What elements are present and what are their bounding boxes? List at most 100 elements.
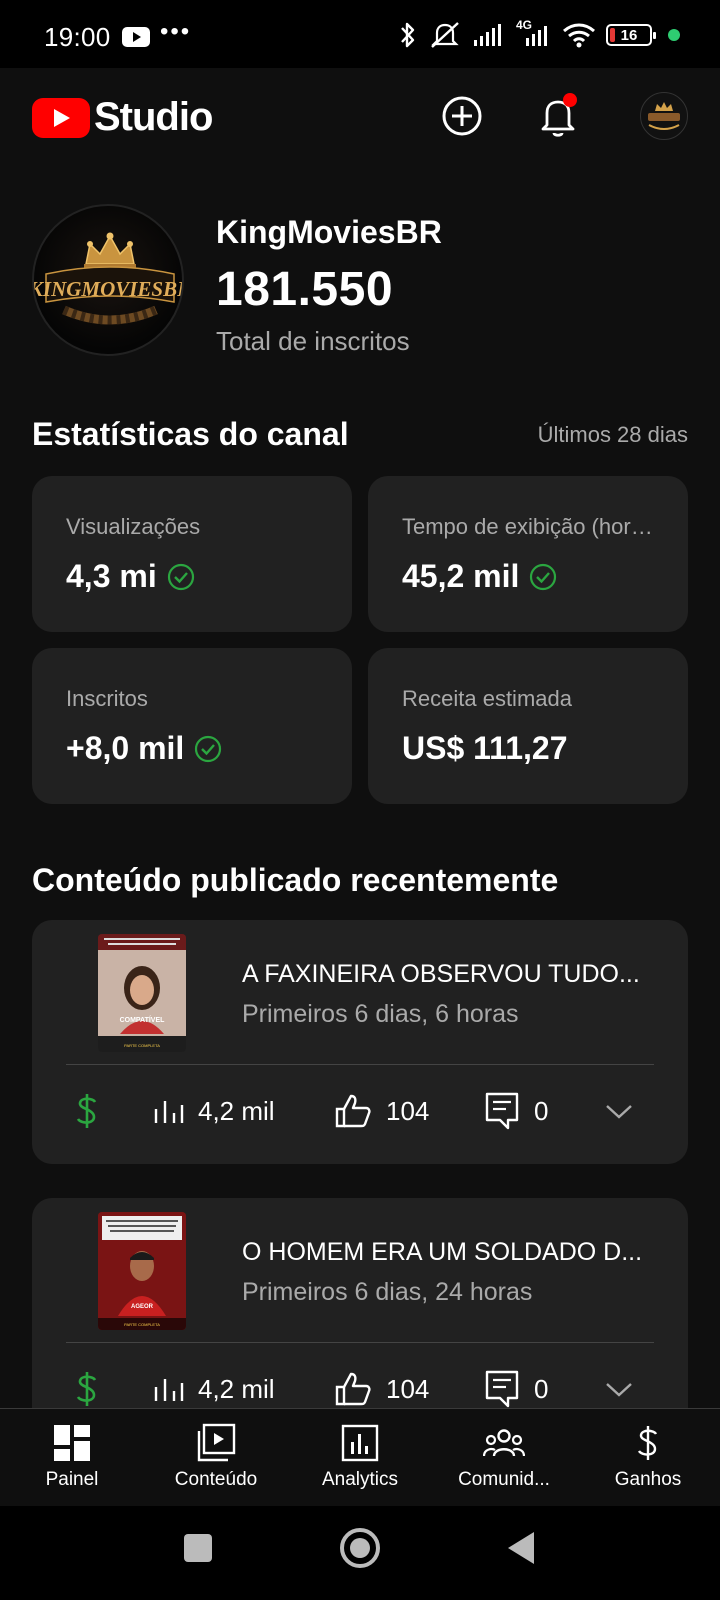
comments-count: 0	[534, 1373, 549, 1404]
stat-label: Receita estimada	[402, 686, 572, 711]
views-metric: 4,2 mil	[152, 1088, 275, 1134]
video-metrics: 4,2 mil 104 0	[32, 1366, 688, 1412]
youtube-logo-icon	[32, 97, 90, 138]
dollar-icon	[76, 1372, 97, 1406]
thumbnail-image: COMPATÍVEL PARTE COMPLETA	[98, 934, 186, 1052]
battery-icon: 16	[606, 24, 656, 46]
comments-metric: 0	[484, 1088, 548, 1134]
more-notifications-icon: •••	[160, 18, 192, 45]
thumbs-up-icon	[335, 1094, 371, 1128]
stat-card-views[interactable]: Visualizações 4,3 mi	[32, 476, 352, 632]
battery-level: 16	[620, 26, 638, 44]
likes-count: 104	[386, 1095, 430, 1126]
status-time: 19:00	[44, 22, 111, 52]
content-icon	[197, 1423, 236, 1462]
signal-4g-icon: 4G	[516, 18, 552, 48]
create-button[interactable]	[438, 92, 486, 140]
comments-count: 0	[534, 1095, 549, 1126]
nav-item-painel[interactable]: Painel	[0, 1409, 144, 1507]
nav-label: Comunid...	[458, 1469, 550, 1490]
video-title: A FAXINEIRA OBSERVOU TUDO...	[242, 960, 640, 988]
subscriber-count: 181.550	[216, 263, 394, 316]
home-icon	[350, 1538, 370, 1558]
svg-text:KINGMOVIESBR: KINGMOVIESBR	[34, 277, 184, 301]
nav-label: Ganhos	[614, 1469, 682, 1490]
dashboard-icon	[54, 1425, 90, 1461]
status-icons: 4G 16	[398, 18, 680, 50]
divider	[66, 1342, 654, 1343]
channel-avatar[interactable]: KINGMOVIESBR	[32, 204, 184, 356]
nav-label: Analytics	[321, 1469, 399, 1490]
svg-text:PARTE COMPLETA: PARTE COMPLETA	[124, 1043, 160, 1048]
bar-chart-icon	[154, 1101, 184, 1123]
nav-item-comunidade[interactable]: Comunid...	[432, 1409, 576, 1507]
video-period: Primeiros 6 dias, 24 horas	[242, 1278, 533, 1306]
video-period: Primeiros 6 dias, 6 horas	[242, 1000, 519, 1028]
stat-value-row: +8,0 mil	[66, 730, 222, 767]
bar-chart-icon	[154, 1379, 184, 1401]
stat-card-subscribers[interactable]: Inscritos +8,0 mil	[32, 648, 352, 804]
stat-value-row: 45,2 mil	[402, 558, 557, 595]
svg-text:COMPATÍVEL: COMPATÍVEL	[120, 1015, 166, 1024]
nav-label: Conteúdo	[174, 1469, 258, 1490]
bottom-navigation: Painel Conteúdo Analytics Comunid... Gan…	[0, 1408, 720, 1506]
check-circle-icon	[167, 563, 194, 590]
video-thumbnail[interactable]: COMPATÍVEL PARTE COMPLETA	[98, 934, 186, 1052]
stat-label: Tempo de exibição (horas)	[402, 514, 658, 539]
nav-label: Painel	[45, 1469, 99, 1490]
monetization-status[interactable]	[74, 1366, 100, 1412]
comment-icon	[485, 1370, 519, 1408]
stat-value: 4,3 mi	[66, 558, 157, 594]
stat-label: Visualizações	[66, 514, 201, 539]
likes-metric: 104	[334, 1366, 429, 1412]
thumbnail-image: AGEOR PARTE COMPLETA	[98, 1212, 186, 1330]
channel-summary: KINGMOVIESBR KingMoviesBR 181.550 Total …	[32, 204, 688, 356]
stats-period[interactable]: Últimos 28 dias	[538, 422, 688, 448]
recent-section-title: Conteúdo publicado recentemente	[32, 862, 559, 898]
nav-item-conteudo[interactable]: Conteúdo	[144, 1409, 288, 1507]
stat-label: Inscritos	[66, 686, 148, 711]
studio-logo[interactable]: Studio	[32, 95, 213, 140]
dollar-icon	[76, 1094, 97, 1128]
notifications-button[interactable]	[534, 92, 582, 140]
stat-value-row: US$ 111,27	[402, 730, 567, 767]
stat-value: 45,2 mil	[402, 558, 520, 594]
svg-text:PARTE COMPLETA: PARTE COMPLETA	[124, 1322, 160, 1327]
signal-icon	[474, 24, 501, 46]
monetization-status[interactable]	[74, 1088, 100, 1134]
privacy-indicator-dot	[668, 29, 680, 41]
views-count: 4,2 mil	[198, 1095, 275, 1126]
home-button[interactable]	[340, 1528, 380, 1568]
community-icon	[483, 1429, 525, 1457]
status-bar: 19:00 ••• 4G 16	[0, 0, 720, 68]
bell-icon	[541, 93, 577, 137]
app-header: Studio	[0, 68, 720, 164]
recents-button[interactable]	[184, 1534, 212, 1562]
nav-item-ganhos[interactable]: Ganhos	[576, 1409, 720, 1507]
check-circle-icon	[195, 735, 222, 762]
chevron-down-icon	[606, 1105, 632, 1119]
chevron-down-icon	[606, 1383, 632, 1397]
system-navigation-bar	[0, 1506, 720, 1600]
channel-logo-icon: KINGMOVIESBR	[34, 232, 184, 325]
stat-value-row: 4,3 mi	[66, 558, 195, 595]
stats-section-title: Estatísticas do canal	[32, 416, 349, 452]
stat-card-watch-time[interactable]: Tempo de exibição (horas) 45,2 mil	[368, 476, 688, 632]
analytics-icon	[341, 1424, 379, 1462]
wifi-icon	[563, 23, 595, 48]
back-button[interactable]	[508, 1532, 534, 1564]
muted-bell-icon	[431, 22, 459, 48]
divider	[66, 1064, 654, 1065]
expand-button[interactable]	[604, 1088, 634, 1134]
video-card[interactable]: AGEOR PARTE COMPLETA O HOMEM ERA UM SOLD…	[32, 1198, 688, 1442]
video-thumbnail[interactable]: AGEOR PARTE COMPLETA	[98, 1212, 186, 1330]
account-avatar[interactable]	[640, 92, 688, 140]
studio-logo-text: Studio	[94, 95, 213, 139]
stat-card-revenue[interactable]: Receita estimada US$ 111,27	[368, 648, 688, 804]
expand-button[interactable]	[604, 1366, 634, 1412]
svg-text:AGEOR: AGEOR	[131, 1304, 154, 1310]
nav-item-analytics[interactable]: Analytics	[288, 1409, 432, 1507]
views-metric: 4,2 mil	[152, 1366, 275, 1412]
likes-metric: 104	[334, 1088, 429, 1134]
video-card[interactable]: COMPATÍVEL PARTE COMPLETA A FAXINEIRA OB…	[32, 920, 688, 1164]
